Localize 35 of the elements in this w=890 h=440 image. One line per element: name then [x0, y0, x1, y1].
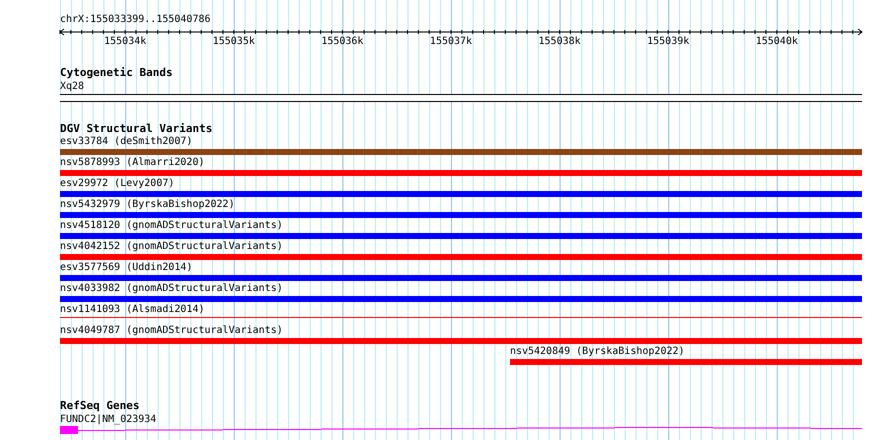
variant-bar[interactable] [60, 275, 862, 281]
gene-model-drawing[interactable] [60, 426, 862, 434]
variant-label: esv33784 (deSmith2007) [60, 135, 192, 149]
variant-label: nsv5878993 (Almarri2020) [60, 156, 204, 170]
band-label: Xq28 [60, 80, 84, 93]
variant-label: esv29972 (Levy2007) [60, 177, 174, 191]
variant-bar[interactable] [60, 149, 862, 155]
variant-label: esv3577569 (Uddin2014) [60, 261, 192, 275]
variant-label: nsv1141093 (Alsmadi2014) [60, 303, 204, 317]
variant-bar[interactable] [60, 170, 862, 176]
tick-label: 155035k [212, 37, 256, 47]
variant-bar[interactable] [60, 212, 862, 218]
tick-label: 155036k [320, 37, 364, 47]
variant-label: nsv4033982 (gnomADStructuralVariants) [60, 282, 283, 296]
variant-label: nsv5432979 (ByrskaBishop2022) [60, 198, 235, 212]
tick-label: 155034k [103, 37, 148, 47]
tick-label: 155037k [428, 37, 474, 47]
gene-label: FUNDC2|NM_023934 [60, 413, 156, 426]
variant-label: nsv4049787 (gnomADStructuralVariants) [60, 324, 283, 338]
variant-label: nsv5420849 (ByrskaBishop2022) [510, 345, 685, 359]
variant-label: nsv4518120 (gnomADStructuralVariants) [60, 219, 283, 233]
track-title: Cytogenetic Bands [60, 66, 173, 80]
tick-label: 155038k [538, 37, 582, 47]
variant-bar[interactable] [60, 296, 862, 302]
variant-bar[interactable] [60, 191, 862, 197]
tick-label: 155040k [754, 37, 799, 47]
track-title: DGV Structural Variants [60, 122, 212, 135]
variant-label: nsv4042152 (gnomADStructuralVariants) [60, 240, 283, 254]
track-title: RefSeq Genes [60, 399, 140, 413]
tick-label: 155039k [646, 37, 690, 47]
variant-bar[interactable] [60, 233, 862, 239]
location-label: chrX:155033399..155040786 [60, 13, 211, 27]
variant-bar[interactable] [60, 254, 862, 260]
variant-bar[interactable] [60, 338, 862, 344]
variant-bar[interactable] [510, 359, 862, 365]
